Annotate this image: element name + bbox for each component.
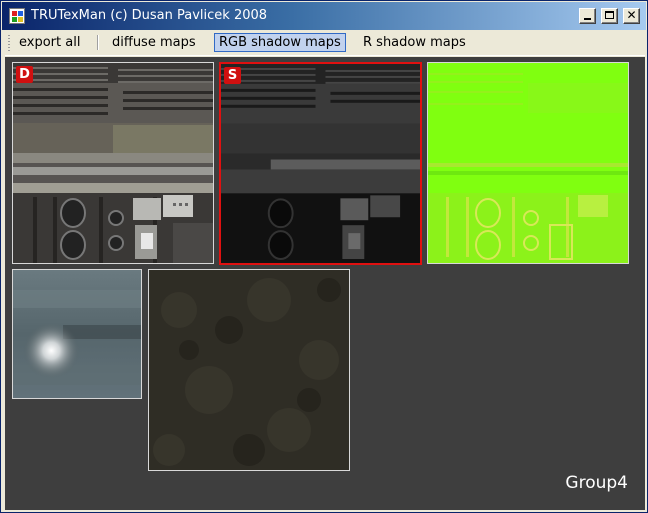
texture-thumbnail-normal[interactable] (427, 62, 629, 264)
blur-texture-image (13, 270, 141, 398)
shadow-texture-image (221, 64, 420, 263)
rgb-shadow-maps-button[interactable]: RGB shadow maps (214, 33, 346, 52)
texture-panel: D S Group4 (5, 57, 645, 510)
minimize-button[interactable] (579, 8, 596, 24)
maximize-button[interactable] (601, 8, 618, 24)
dark-texture-image (149, 270, 349, 470)
close-icon: ✕ (626, 8, 637, 22)
texture-thumbnail-diffuse[interactable]: D (12, 62, 214, 264)
diffuse-badge: D (16, 66, 33, 83)
app-icon[interactable] (9, 8, 25, 24)
toolbar: export all diffuse maps RGB shadow maps … (5, 31, 645, 56)
minimize-icon (584, 18, 591, 20)
close-button[interactable]: ✕ (623, 8, 640, 24)
title-bar[interactable]: TRUTexMan (c) Dusan Pavlicek 2008 ✕ (2, 2, 646, 30)
r-shadow-maps-button[interactable]: R shadow maps (359, 33, 470, 52)
maximize-icon (605, 11, 614, 19)
app-window: TRUTexMan (c) Dusan Pavlicek 2008 ✕ expo… (0, 0, 648, 513)
diffuse-texture-image (13, 63, 213, 263)
shadow-badge: S (224, 67, 241, 84)
export-all-button[interactable]: export all (15, 33, 84, 52)
diffuse-maps-button[interactable]: diffuse maps (108, 33, 200, 52)
group-label: Group4 (565, 473, 628, 493)
texture-thumbnail-dark[interactable] (148, 269, 350, 471)
window-title: TRUTexMan (c) Dusan Pavlicek 2008 (31, 8, 268, 23)
normal-texture-image (428, 63, 628, 263)
texture-thumbnail-shadow[interactable]: S (219, 62, 422, 265)
toolbar-grip[interactable] (8, 35, 10, 51)
texture-thumbnail-blur[interactable] (12, 269, 142, 399)
toolbar-separator (97, 35, 99, 50)
